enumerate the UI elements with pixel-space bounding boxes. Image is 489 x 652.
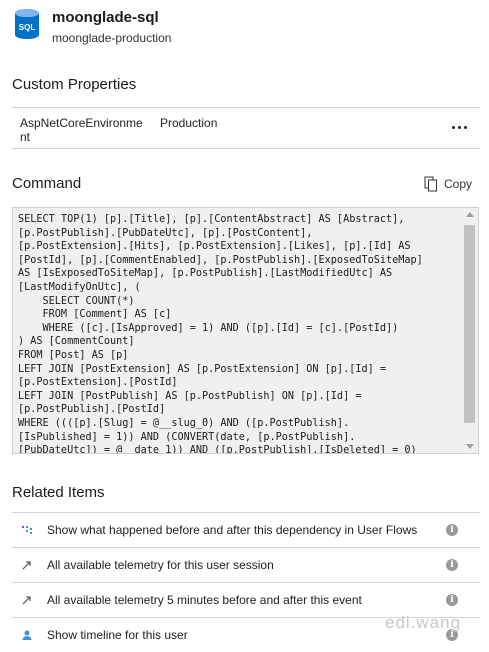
property-value: Production	[160, 116, 218, 130]
custom-property-row: AspNetCoreEnvironment Production	[12, 107, 480, 149]
related-item-label: Show timeline for this user	[47, 628, 188, 642]
related-items-heading: Related Items	[12, 484, 105, 501]
scroll-up-icon[interactable]	[466, 212, 474, 217]
related-item-label: All available telemetry for this user se…	[47, 558, 274, 572]
sql-database-icon: SQL	[15, 9, 39, 39]
user-icon	[22, 630, 32, 640]
scroll-thumb[interactable]	[464, 225, 475, 423]
command-heading: Command	[12, 175, 82, 192]
ellipsis-icon[interactable]	[452, 122, 468, 132]
sql-icon-label: SQL	[19, 23, 36, 32]
info-icon[interactable]: i	[446, 559, 458, 571]
copy-button[interactable]: Copy	[424, 176, 472, 192]
copy-label: Copy	[444, 177, 473, 191]
related-item-label: All available telemetry 5 minutes before…	[47, 593, 362, 607]
info-icon[interactable]: i	[446, 594, 458, 606]
custom-properties-heading: Custom Properties	[12, 76, 137, 93]
copy-icon	[424, 176, 437, 192]
related-item-5min-telemetry[interactable]: All available telemetry 5 minutes before…	[12, 582, 480, 617]
sql-command-box[interactable]: SELECT TOP(1) [p].[Title], [p].[ContentA…	[12, 207, 479, 454]
arrow-up-right-icon	[22, 596, 31, 605]
related-item-label: Show what happened before and after this…	[47, 523, 418, 537]
sql-command-text: SELECT TOP(1) [p].[Title], [p].[ContentA…	[18, 214, 423, 454]
scroll-down-icon[interactable]	[466, 444, 474, 449]
page-subtitle: moonglade-production	[52, 31, 172, 45]
resource-header: SQL moonglade-sql moonglade-production	[14, 8, 171, 48]
arrow-up-right-icon	[22, 561, 31, 570]
related-item-user-flows[interactable]: Show what happened before and after this…	[12, 512, 480, 547]
vertical-scrollbar[interactable]	[461, 208, 478, 453]
page-title: moonglade-sql	[52, 9, 159, 26]
related-item-session-telemetry[interactable]: All available telemetry for this user se…	[12, 547, 480, 582]
watermark: edi.wang	[385, 613, 462, 632]
info-icon[interactable]: i	[446, 524, 458, 536]
property-key: AspNetCoreEnvironment	[20, 116, 143, 144]
user-flows-icon	[22, 526, 32, 534]
